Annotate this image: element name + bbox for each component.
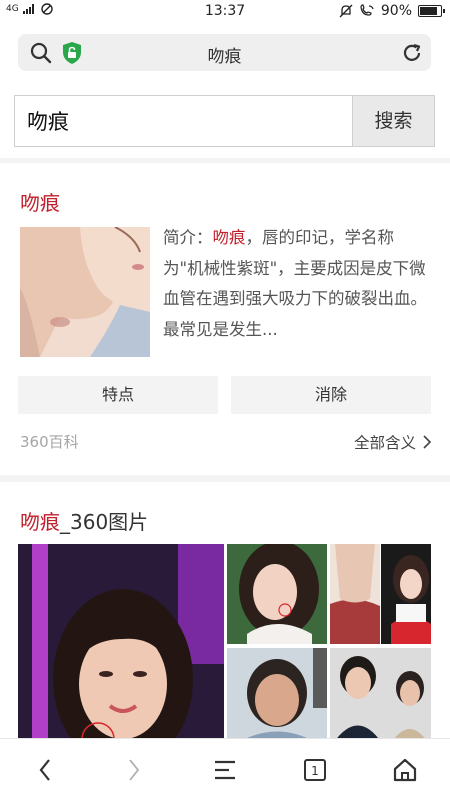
image-card-title[interactable]: 吻痕_360图片 <box>20 506 148 535</box>
neck-photo <box>20 227 150 357</box>
all-meanings-label: 全部含义 <box>353 434 416 452</box>
battery-percent: 90% <box>380 3 412 19</box>
image-large[interactable] <box>18 544 224 742</box>
image-thumb-5[interactable] <box>330 648 431 742</box>
chip-removal[interactable]: 消除 <box>231 376 431 414</box>
wifi-call-icon <box>360 4 374 16</box>
search-row: 搜索 <box>0 84 450 158</box>
summary-prefix: 简介： <box>163 228 213 247</box>
image-thumb-3[interactable] <box>381 544 431 644</box>
back-button[interactable] <box>23 753 67 787</box>
forward-button[interactable] <box>112 753 156 787</box>
home-button[interactable] <box>383 753 427 787</box>
image-title-keyword: 吻痕 <box>20 510 60 534</box>
tabs-button[interactable]: 1 <box>293 753 337 787</box>
page-title: 吻痕 <box>207 47 242 67</box>
image-card: 吻痕_360图片 <box>0 482 450 742</box>
all-meanings-link[interactable]: 全部含义 <box>354 431 432 453</box>
back-icon <box>39 759 50 781</box>
status-right: 90% <box>339 3 445 19</box>
encyclopedia-title[interactable]: 吻痕 <box>20 187 60 216</box>
encyclopedia-thumbnail[interactable] <box>20 227 150 357</box>
image-thumb-1[interactable] <box>227 544 327 644</box>
menu-icon <box>215 760 235 780</box>
tabs-icon: 1 <box>304 759 326 781</box>
menu-button[interactable] <box>203 753 247 787</box>
image-title-suffix: _360图片 <box>60 510 149 534</box>
source-label: 360百科 <box>20 433 79 451</box>
status-bar: 4G 13:37 90% <box>0 0 450 24</box>
battery-icon <box>418 5 445 17</box>
encyclopedia-summary[interactable]: 简介：吻痕，唇的印记，学名称为"机械性紫斑"，主要成因是皮下微血管在遇到强大吸力… <box>163 223 433 345</box>
image-thumb-2[interactable] <box>330 544 380 644</box>
home-icon <box>393 758 417 782</box>
summary-keyword: 吻痕 <box>212 228 246 247</box>
search-button[interactable]: 搜索 <box>352 95 435 147</box>
chevron-right-icon <box>423 435 432 449</box>
forward-icon <box>129 759 140 781</box>
bottom-nav: 1 <box>0 738 450 800</box>
tabs-count: 1 <box>311 764 319 778</box>
image-thumb-4[interactable] <box>227 648 327 742</box>
encyclopedia-card: 吻痕 简介：吻痕，唇的印记，学名称为"机械性紫斑"，主要成因是皮下微血管在遇到强… <box>0 163 450 475</box>
chip-features[interactable]: 特点 <box>18 376 218 414</box>
battery-fill <box>420 7 438 15</box>
reload-icon[interactable] <box>401 42 423 64</box>
url-box[interactable]: 吻痕 <box>18 34 431 71</box>
search-input[interactable] <box>14 95 354 147</box>
mute-icon <box>339 4 353 18</box>
address-bar: 吻痕 <box>0 24 450 84</box>
